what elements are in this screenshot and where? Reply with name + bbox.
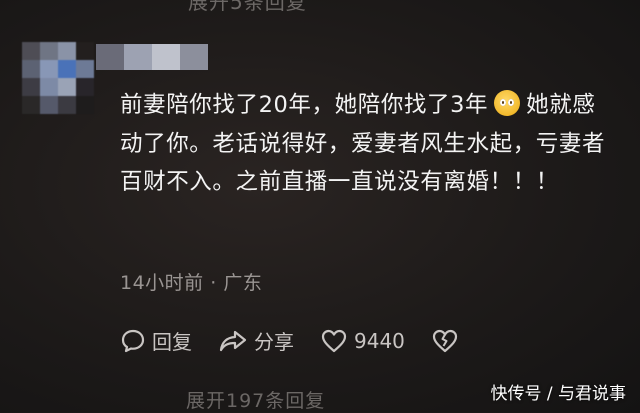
comment-location: 广东	[223, 272, 263, 294]
comment-meta: 14小时前 · 广东	[120, 268, 262, 295]
like-button[interactable]: 9440	[320, 328, 405, 354]
like-count: 9440	[354, 328, 405, 353]
expand-replies-bottom[interactable]: 展开197条回复	[186, 386, 325, 413]
share-arrow-icon	[219, 330, 247, 351]
watermark: 快传号 / 与君说事	[490, 384, 626, 404]
username-blurred[interactable]	[96, 44, 208, 70]
share-button[interactable]: 分享	[218, 326, 294, 355]
comment-text-part1: 前妻陪你找了20年，她陪你找了3年	[120, 92, 489, 118]
dislike-button[interactable]	[431, 328, 465, 354]
avatar[interactable]	[22, 42, 94, 114]
reply-label: 回复	[152, 330, 192, 354]
heart-icon	[321, 329, 347, 352]
expand-replies-top[interactable]: 展开5条回复	[188, 0, 307, 15]
reply-bubble-icon	[121, 329, 145, 352]
comment-time: 14小时前	[120, 272, 204, 294]
reply-button[interactable]: 回复	[120, 326, 192, 355]
share-label: 分享	[254, 330, 294, 354]
comment-text: 前妻陪你找了20年，她陪你找了3年 她就感动了你。老话说得好，爱妻者风生水起，亏妻…	[120, 86, 610, 202]
pleading-face-emoji-icon	[494, 90, 521, 116]
broken-heart-icon	[432, 329, 458, 352]
meta-separator: ·	[203, 272, 224, 294]
comment-actions: 回复 分享 9440	[120, 326, 491, 355]
